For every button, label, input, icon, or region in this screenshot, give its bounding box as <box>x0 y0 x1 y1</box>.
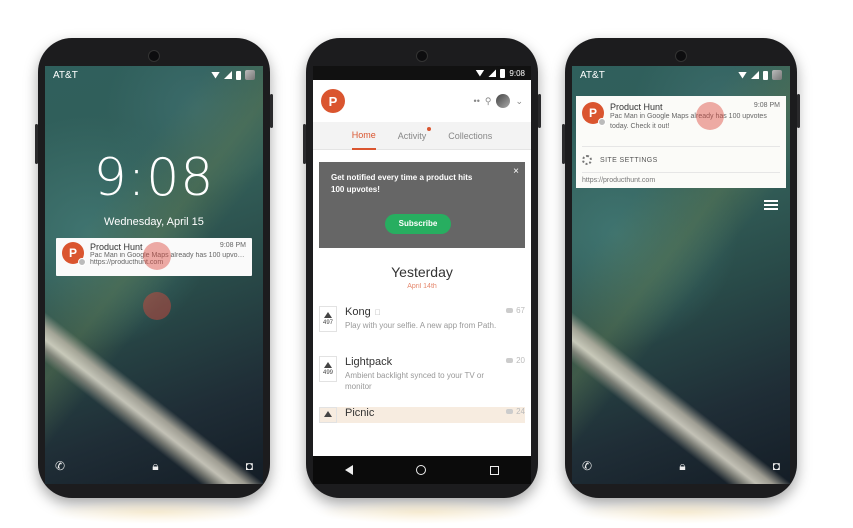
post-description: Ambient backlight synced to your TV or m… <box>345 371 485 391</box>
close-icon[interactable]: × <box>513 166 519 178</box>
lock-clock: 9:08 <box>93 148 215 208</box>
app-header: P •• ⚲ ⌄ <box>313 80 531 122</box>
avatar <box>772 70 782 80</box>
touch-indicator <box>696 102 724 130</box>
product-hunt-logo-icon: P <box>582 102 606 126</box>
volume-button <box>270 94 273 128</box>
wifi-icon <box>738 71 747 79</box>
chevron-down-icon[interactable]: ⌄ <box>515 96 523 107</box>
carrier-label: AT&T <box>53 69 78 81</box>
avatar[interactable] <box>496 94 511 108</box>
front-camera <box>416 50 428 62</box>
wifi-icon <box>475 69 485 77</box>
upvote-button[interactable]: 499 <box>319 356 337 382</box>
notification-expand-icon[interactable] <box>764 200 778 210</box>
status-bar: 9:08 <box>313 66 531 80</box>
back-icon[interactable] <box>344 465 353 475</box>
power-button <box>303 124 306 164</box>
camera-icon[interactable]: ◘ <box>773 459 780 474</box>
tab-home[interactable]: Home <box>351 122 376 150</box>
lock-icon[interactable]: 🔒︎ <box>152 459 158 474</box>
tab-bar: Home Activity Collections <box>313 122 531 150</box>
phone-icon[interactable]: ✆ <box>582 459 592 474</box>
signal-icon <box>224 71 232 79</box>
notification-panel[interactable]: P Product Hunt 9:08 PM Pac Man in Google… <box>576 96 786 188</box>
subscribe-banner: × Get notified every time a product hits… <box>319 162 525 248</box>
notification-time: 9:08 PM <box>753 102 780 109</box>
comment-count[interactable]: 67 <box>506 306 525 332</box>
comment-icon <box>506 358 514 363</box>
search-icon[interactable]: ⚲ <box>485 96 492 107</box>
phone-icon[interactable]: ✆ <box>55 459 65 474</box>
battery-icon <box>500 68 506 78</box>
battery-icon <box>763 70 768 80</box>
post-title[interactable]: Lightpack <box>345 356 498 368</box>
status-time: 9:08 <box>509 68 525 78</box>
tab-collections[interactable]: Collections <box>448 123 492 149</box>
banner-text: Get notified every time a product hits 1… <box>331 173 473 194</box>
lock-date: Wednesday, April 15 <box>104 216 204 228</box>
notification-time: 9:08 PM <box>219 242 246 249</box>
touch-indicator <box>143 292 171 320</box>
lock-icon[interactable]: 🔒︎ <box>679 459 685 474</box>
comment-count[interactable]: 24 <box>506 407 525 423</box>
site-settings-button[interactable]: SITE SETTINGS <box>582 146 780 165</box>
day-heading: Yesterday <box>391 264 453 280</box>
camera-icon[interactable]: ◘ <box>246 459 253 474</box>
wifi-icon <box>211 71 220 79</box>
lock-screen: AT&T 9:08 Wednesday, April 15 P Product … <box>45 66 263 484</box>
home-icon[interactable] <box>416 465 427 475</box>
shade-screen: AT&T P Product Hunt 9:08 PM Pac Man in G… <box>572 66 790 484</box>
list-item[interactable]: 497 Kong  Play with your selfie. A new a… <box>319 306 525 332</box>
notification-app: Product Hunt <box>610 102 663 112</box>
list-item[interactable]: 499 Lightpack Ambient backlight synced t… <box>319 356 525 392</box>
avatar <box>245 70 255 80</box>
stage: AT&T 9:08 Wednesday, April 15 P Product … <box>0 0 853 528</box>
notification-app: Product Hunt <box>90 242 143 252</box>
gear-icon <box>582 155 592 165</box>
power-button <box>35 124 38 164</box>
battery-icon <box>236 70 241 80</box>
upvote-button[interactable]: 497 <box>319 306 337 332</box>
phone-app: 9:08 P •• ⚲ ⌄ Home Activity Collections <box>303 38 541 524</box>
post-title[interactable]: Kong <box>345 306 371 318</box>
post-title[interactable]: Picnic <box>345 407 498 419</box>
product-hunt-logo-icon[interactable]: P <box>321 89 345 113</box>
android-navbar <box>313 456 531 484</box>
front-camera <box>148 50 160 62</box>
volume-button <box>538 94 541 128</box>
platform-icons:  <box>375 308 381 317</box>
status-bar: AT&T <box>45 66 263 84</box>
upvote-button[interactable] <box>319 407 337 423</box>
phone-notification-shade: AT&T P Product Hunt 9:08 PM Pac Man in G… <box>562 38 800 524</box>
signal-icon <box>751 71 759 79</box>
carrier-label: AT&T <box>580 69 605 81</box>
volume-button <box>797 94 800 128</box>
post-description: Play with your selfie. A new app from Pa… <box>345 321 497 330</box>
subscribe-button[interactable]: Subscribe <box>385 214 451 234</box>
notification-url[interactable]: https://producthunt.com <box>582 172 780 184</box>
day-date: April 14th <box>407 283 437 290</box>
phone-lockscreen: AT&T 9:08 Wednesday, April 15 P Product … <box>35 38 273 524</box>
more-icon[interactable]: •• <box>474 96 480 106</box>
front-camera <box>675 50 687 62</box>
comment-count[interactable]: 20 <box>506 356 525 392</box>
list-item[interactable]: Picnic 24 <box>319 407 525 423</box>
touch-indicator <box>143 242 171 270</box>
comment-icon <box>506 409 514 414</box>
comment-icon <box>506 308 514 313</box>
product-hunt-logo-icon: P <box>62 242 86 266</box>
tab-activity[interactable]: Activity <box>398 123 432 149</box>
signal-icon <box>488 69 497 77</box>
notification-text: Pac Man in Google Maps already has 100 u… <box>610 113 767 130</box>
recents-icon[interactable] <box>490 465 500 475</box>
app-screen: 9:08 P •• ⚲ ⌄ Home Activity Collections <box>313 66 531 484</box>
status-bar: AT&T <box>572 66 790 84</box>
power-button <box>562 124 565 164</box>
activity-badge <box>427 126 432 131</box>
